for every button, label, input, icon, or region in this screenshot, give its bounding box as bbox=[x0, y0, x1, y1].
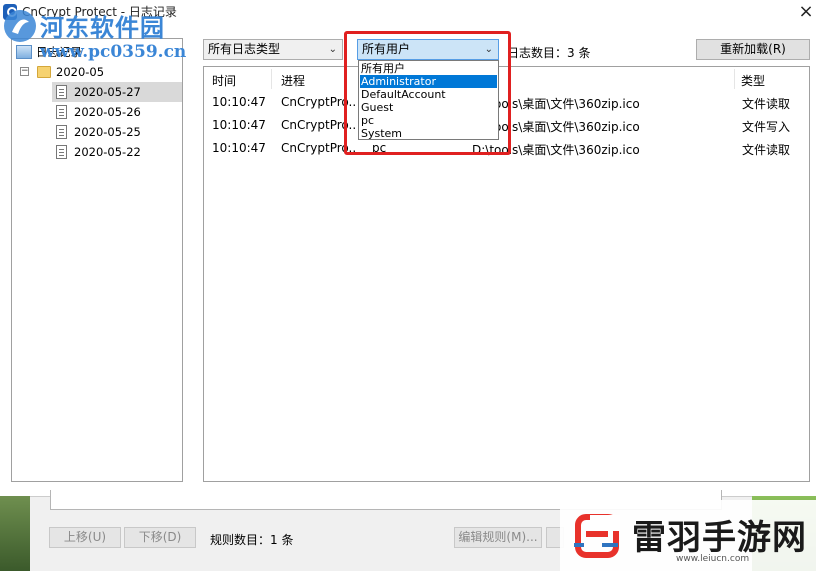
watermark-site-name: 河东软件园 bbox=[40, 14, 165, 42]
tree-item-label: 2020-05-26 bbox=[74, 105, 141, 119]
collapse-icon[interactable]: − bbox=[20, 67, 29, 76]
column-divider[interactable] bbox=[271, 69, 272, 89]
watermark-brand-icon bbox=[574, 514, 620, 558]
highlight-annotation bbox=[344, 31, 511, 155]
cell-time: 10:10:47 bbox=[212, 95, 266, 109]
close-icon[interactable]: × bbox=[796, 0, 816, 24]
cell-type: 文件读取 bbox=[742, 143, 791, 157]
folder-icon bbox=[37, 66, 51, 78]
tree-folder-2020-05[interactable]: − 2020-05 bbox=[12, 62, 182, 82]
log-file-icon bbox=[56, 85, 67, 99]
watermark-site-url: www.leiucn.com bbox=[676, 554, 750, 564]
column-header-time[interactable]: 时间 bbox=[212, 72, 236, 89]
tree-item-date[interactable]: 2020-05-26 bbox=[52, 102, 182, 122]
column-divider[interactable] bbox=[734, 69, 735, 89]
move-down-button[interactable]: 下移(D) bbox=[124, 527, 196, 548]
chevron-down-icon: ⌄ bbox=[328, 44, 337, 55]
log-file-icon bbox=[56, 145, 67, 159]
log-file-icon bbox=[56, 125, 67, 139]
watermark-site-name: 雷羽手游网 bbox=[632, 518, 807, 558]
log-type-value: 所有日志类型 bbox=[208, 42, 281, 56]
tree-item-label: 2020-05-22 bbox=[74, 145, 141, 159]
cell-type: 文件写入 bbox=[742, 120, 791, 134]
cell-time: 10:10:47 bbox=[212, 141, 266, 155]
column-header-type[interactable]: 类型 bbox=[741, 72, 765, 89]
log-tree-panel[interactable]: 日志记录 − 2020-05 2020-05-27 2020-05-26 202… bbox=[11, 38, 183, 482]
log-count: 日志数目：3 条 bbox=[507, 46, 591, 60]
reload-button[interactable]: 重新加载(R) bbox=[696, 39, 810, 60]
watermark-logo-icon bbox=[4, 10, 36, 42]
log-type-select[interactable]: 所有日志类型 ⌄ bbox=[203, 39, 343, 60]
log-file-icon bbox=[56, 105, 67, 119]
cell-time: 10:10:47 bbox=[212, 118, 266, 132]
watermark-site-url: www.pc0359.cn bbox=[40, 42, 187, 62]
column-header-process[interactable]: 进程 bbox=[281, 72, 305, 89]
rule-count: 规则数目：1 条 bbox=[210, 533, 294, 547]
move-up-button[interactable]: 上移(U) bbox=[49, 527, 121, 548]
desktop-background bbox=[0, 496, 30, 571]
tree-item-date[interactable]: 2020-05-27 bbox=[52, 82, 182, 102]
log-root-icon bbox=[16, 45, 32, 59]
edit-rule-button[interactable]: 编辑规则(M)... bbox=[454, 527, 542, 548]
tree-item-date[interactable]: 2020-05-22 bbox=[52, 142, 182, 162]
tree-folder-label: 2020-05 bbox=[56, 65, 105, 79]
cell-type: 文件读取 bbox=[742, 97, 791, 111]
tree-item-date[interactable]: 2020-05-25 bbox=[52, 122, 182, 142]
tree-item-label: 2020-05-25 bbox=[74, 125, 141, 139]
tree-item-label: 2020-05-27 bbox=[74, 85, 141, 99]
